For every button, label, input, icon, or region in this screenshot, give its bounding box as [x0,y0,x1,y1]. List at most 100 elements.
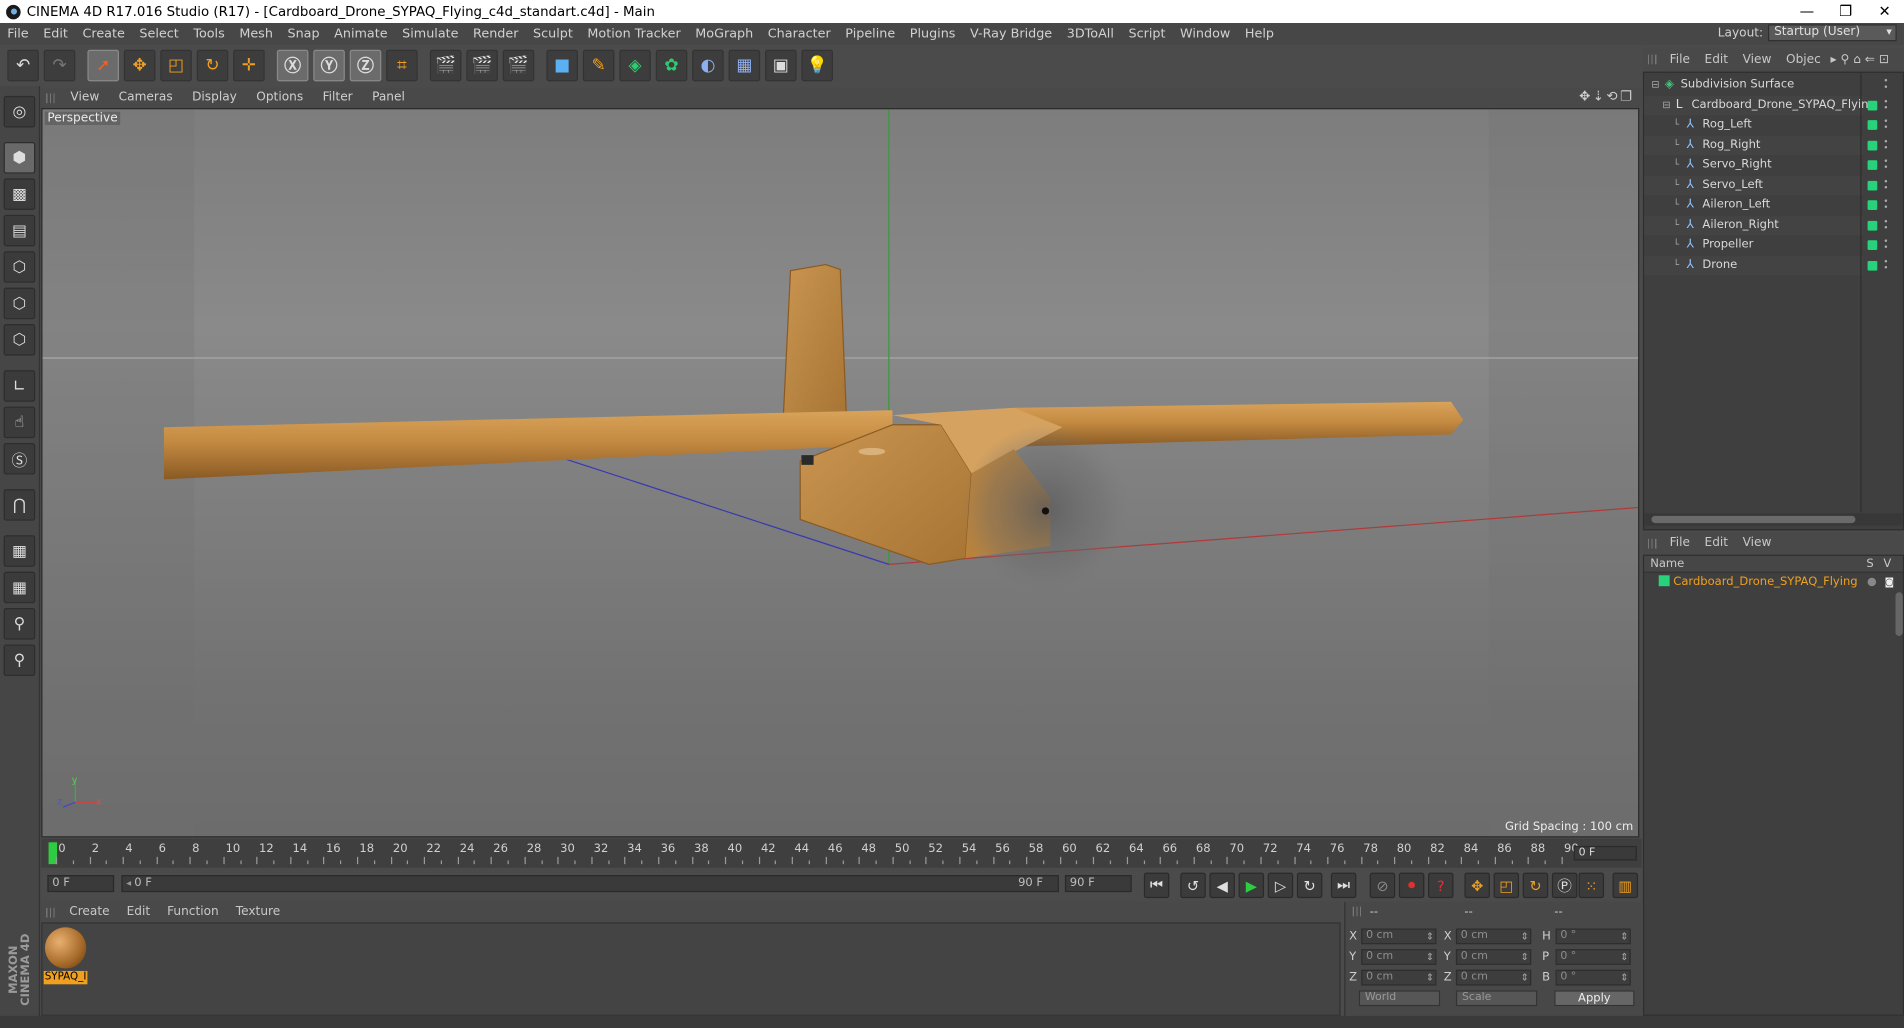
visibility-dots-icon[interactable]: • • [1883,197,1888,212]
viewport-menu-cameras[interactable]: Cameras [109,91,182,104]
frame-range-slider[interactable]: ◂ 0 F 90 F [121,875,1059,893]
rotation-b-field[interactable]: 0 ° [1555,969,1631,986]
layer-color-chip[interactable] [1867,240,1878,251]
light-icon[interactable]: 💡 [801,49,833,82]
edges-mode-icon[interactable]: ⬡ [3,287,36,320]
menu-sculpt[interactable]: Sculpt [526,27,580,42]
play-icon[interactable]: ▶ [1238,872,1265,899]
viewport-menu-filter[interactable]: Filter [313,91,363,104]
position-z-field[interactable]: 0 cm [1361,969,1437,986]
snap-icon[interactable]: ⋂ [3,489,36,521]
visibility-dots-icon[interactable]: • • [1883,137,1888,152]
menu-vray-bridge[interactable]: V-Ray Bridge [963,27,1060,42]
rotate-icon[interactable]: ↻ [196,49,229,82]
make-editable-icon[interactable]: ◎ [3,95,36,128]
motion-record-icon[interactable]: ⊘ [1369,872,1396,899]
live-selection-icon[interactable]: ➚ [87,49,119,82]
menu-motion-tracker[interactable]: Motion Tracker [580,27,688,42]
panel-grip-icon[interactable] [46,92,56,103]
position-y-field[interactable]: 0 cm [1361,949,1437,965]
deformer-icon[interactable]: ◐ [692,49,724,82]
visibility-dots-icon[interactable]: • • [1883,117,1888,132]
model-mode-icon[interactable]: ⬢ [3,142,36,174]
subdivision-generator-icon[interactable]: ◈ [619,49,651,82]
layer-solo-dot-icon[interactable] [1867,577,1877,587]
size-z-field[interactable]: 0 cm [1455,969,1532,986]
scrollbar-thumb[interactable] [1651,515,1856,524]
render-view-icon[interactable]: 🎬 [429,49,462,82]
autokey-icon[interactable]: ? [1428,872,1454,899]
object-menu-view[interactable]: View [1735,53,1778,66]
size-y-field[interactable]: 0 cm [1455,949,1532,965]
object-tree-row[interactable]: └ ⅄ Drone [1644,255,1863,275]
viewport-menu-view[interactable]: View [61,91,109,104]
layout-dropdown[interactable]: Startup (User) [1768,24,1897,42]
polygons-mode-icon[interactable]: ⬡ [3,324,36,356]
menu-simulate[interactable]: Simulate [395,27,466,42]
tweak-mode-icon[interactable]: ☝ [3,406,36,439]
material-menu-edit[interactable]: Edit [118,905,159,918]
layer-manager-grip-icon[interactable] [1647,538,1658,548]
layer-color-chip[interactable] [1867,260,1878,271]
layer-color-chip[interactable] [1867,180,1878,190]
axis-mode-icon[interactable]: ∟ [3,370,36,402]
timeline-ruler[interactable]: 0 2 4 6 8 10 12 14 16 18 20 22 24 26 28 30 32 34 36 38 40 42 4… [41,838,1642,868]
menu-edit[interactable]: Edit [36,27,75,42]
layer-menu-view[interactable]: View [1735,536,1778,549]
object-tree-row[interactable]: └ ⅄ Rog_Right [1644,135,1863,155]
camera-icon[interactable]: ▣ [765,49,797,82]
maximize-button[interactable]: ❐ [1826,0,1865,23]
apply-button[interactable]: Apply [1554,990,1635,1007]
viewport-menu-display[interactable]: Display [182,91,246,104]
key-scale-icon[interactable]: ◰ [1493,872,1520,899]
menu-tools[interactable]: Tools [186,27,232,42]
viewport-menu-panel[interactable]: Panel [362,91,414,104]
menu-render[interactable]: Render [466,27,526,42]
viewport-nav-icons[interactable]: ✥⇣⟲❐ [1579,89,1634,105]
solo-mode-icon[interactable]: Ⓢ [3,442,36,475]
expand-toggle-icon[interactable]: ⊟ [1651,75,1659,94]
workplane-mode-icon[interactable]: ▤ [3,214,36,247]
object-menu-edit[interactable]: Edit [1697,53,1735,66]
previous-frame-icon[interactable]: ◀ [1209,872,1235,899]
object-tree-hscrollbar[interactable] [1644,513,1903,526]
layer-menu-file[interactable]: File [1662,536,1697,549]
material-grip-icon[interactable] [46,907,56,917]
visibility-dots-icon[interactable]: • • [1883,77,1888,92]
menu-script[interactable]: Script [1121,27,1173,42]
material-swatch[interactable]: SYPAQ_I [43,926,88,985]
object-tree-row[interactable]: ⊟ ◈ Subdivision Surface [1644,75,1863,95]
python-script-icon[interactable]: ⚲ [3,608,36,640]
material-menu-create[interactable]: Create [61,905,118,918]
perspective-viewport[interactable]: y x z Perspective Grid Spacing : 100 cm [41,108,1640,838]
spline-pen-icon[interactable]: ✎ [582,49,615,82]
undo-icon[interactable]: ↶ [7,49,39,82]
floor-icon[interactable]: ▦ [728,49,761,82]
end-frame-field[interactable]: 90 F [1064,875,1132,893]
menu-3dtoall[interactable]: 3DToAll [1059,27,1121,42]
object-tree-row[interactable]: ⊟ L Cardboard_Drone_SYPAQ_Flying [1644,95,1876,115]
timeline-window-icon[interactable]: ▥ [1612,872,1639,899]
transform-icon[interactable]: ✛ [233,49,265,82]
visibility-dots-icon[interactable]: • • [1883,177,1888,192]
previous-key-icon[interactable]: ↺ [1180,872,1206,899]
menu-help[interactable]: Help [1238,27,1282,42]
coordinate-system-icon[interactable]: ⌗ [386,49,418,82]
record-keys-icon[interactable]: ⏺ [1398,872,1425,899]
y-axis-lock-icon[interactable]: Ⓨ [313,49,345,82]
object-manager-grip-icon[interactable] [1647,54,1658,65]
object-tree-row[interactable]: └ ⅄ Servo_Right [1644,155,1863,175]
menu-plugins[interactable]: Plugins [902,27,962,42]
close-button[interactable]: ✕ [1865,0,1904,23]
object-menu-file[interactable]: File [1662,53,1697,66]
coord-grip-icon[interactable] [1352,906,1363,917]
key-pla-icon[interactable]: ⁙ [1578,872,1605,899]
key-position-icon[interactable]: ✥ [1464,872,1490,899]
texture-mode-icon[interactable]: ▩ [3,178,36,210]
menu-character[interactable]: Character [760,27,838,42]
material-menu-texture[interactable]: Texture [227,905,288,918]
object-tree-row[interactable]: └ ⅄ Aileron_Right [1644,215,1863,235]
object-tree-row[interactable]: └ ⅄ Servo_Left [1644,175,1863,195]
layer-color-chip[interactable] [1867,140,1878,150]
layer-color-chip[interactable] [1867,100,1878,110]
